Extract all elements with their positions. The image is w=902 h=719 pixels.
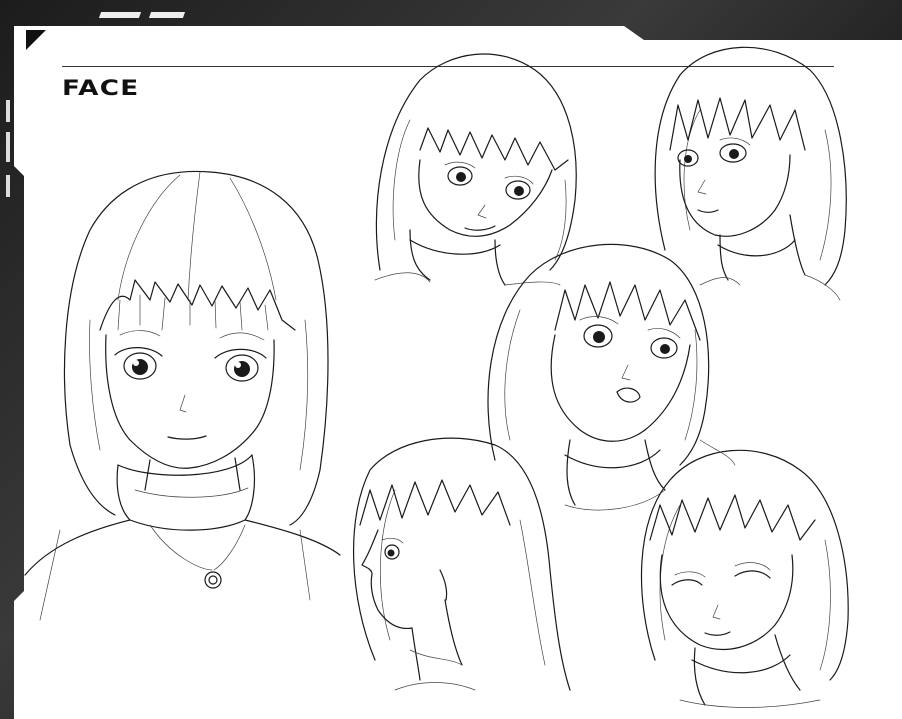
drawing-profile-left (352, 437, 571, 691)
sketch-artwork (24, 46, 849, 708)
drawing-three-quarter-top (374, 53, 577, 286)
drawing-front-large (24, 170, 341, 621)
character-sheet: FACE (0, 0, 902, 719)
drawing-downward-look (640, 449, 849, 708)
drawing-three-quarter-surprised (487, 243, 736, 511)
drawing-three-quarter-right-top (654, 46, 847, 301)
